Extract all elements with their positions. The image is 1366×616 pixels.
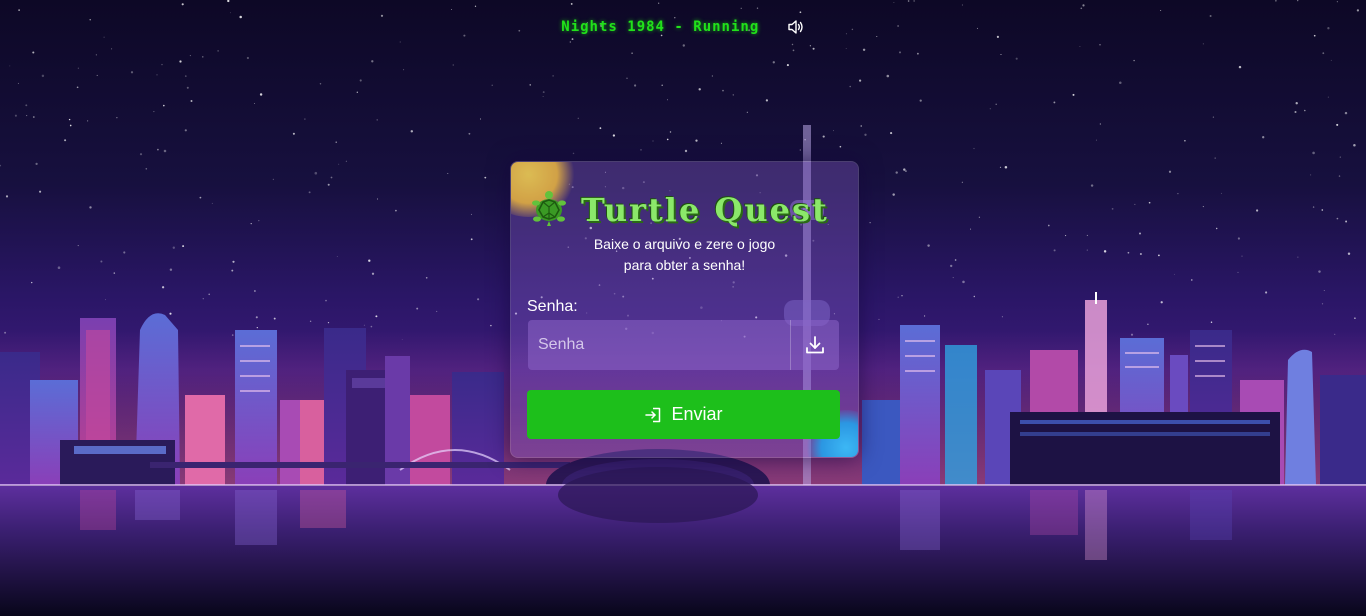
submit-button[interactable]: Enviar: [527, 390, 840, 439]
background-scene: Nights 1984 - Running Turtle Quest Baixe…: [0, 0, 1366, 616]
password-input[interactable]: [528, 320, 790, 370]
download-icon: [806, 336, 824, 354]
brand-header: Turtle Quest: [529, 189, 849, 229]
download-button[interactable]: [790, 320, 839, 370]
speaker-icon[interactable]: [787, 18, 805, 36]
password-label: Senha:: [527, 298, 578, 315]
login-card: Turtle Quest Baixe o arquivo e zere o jo…: [510, 161, 859, 458]
turtle-icon: [529, 189, 569, 234]
sign-in-icon: [645, 407, 661, 422]
music-player-bar: Nights 1984 - Running: [0, 18, 1366, 36]
instructions-line-1: Baixe o arquivo e zere o jogo: [593, 236, 776, 252]
submit-button-label: Enviar: [671, 404, 723, 424]
app-title: Turtle Quest: [581, 191, 829, 229]
track-title: Nights 1984 - Running: [561, 19, 760, 35]
instructions-text: Baixe o arquivo e zere o jogo para obter…: [511, 234, 858, 276]
instructions-line-2: para obter a senha!: [623, 257, 746, 273]
password-input-group: [528, 320, 839, 370]
